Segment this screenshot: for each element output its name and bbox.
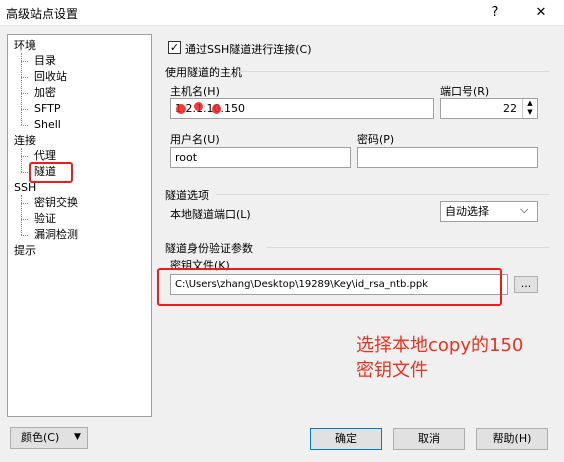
browse-button[interactable]: ... [514, 276, 538, 293]
tree-connector [21, 235, 28, 236]
password-input[interactable] [357, 147, 538, 168]
port-spinner[interactable]: ▲ ▼ [522, 99, 537, 118]
cancel-button[interactable]: 取消 [393, 428, 465, 450]
auth-params-title: 隧道身份验证参数 [165, 242, 253, 255]
local-port-value: 自动选择 [445, 205, 489, 218]
tree-item-auth[interactable]: 验证 [34, 212, 56, 226]
tree-connector [21, 61, 28, 62]
tree-item-directory[interactable]: 目录 [34, 54, 56, 68]
tree-item-proxy[interactable]: 代理 [34, 149, 56, 163]
tree-connector [21, 156, 28, 157]
tree-item-connection[interactable]: 连接 [14, 134, 36, 148]
title-bar: 高级站点设置 ? ✕ [0, 0, 564, 26]
help-button[interactable]: 帮助(H) [476, 428, 548, 450]
user-label: 用户名(U) [170, 133, 220, 146]
annotation-line-1: 选择本地copy的150 [356, 335, 524, 356]
user-input[interactable]: root [170, 147, 351, 168]
close-icon[interactable]: ✕ [532, 4, 550, 22]
host-input[interactable]: 1.2.1.10.150 [170, 98, 434, 119]
tree-item-key-exchange[interactable]: 密钥交换 [34, 196, 78, 210]
tree-item-tunnel[interactable]: 隧道 [34, 165, 56, 179]
user-value: root [175, 151, 198, 164]
redaction-mark [212, 104, 221, 114]
ok-button[interactable]: 确定 [310, 428, 382, 450]
tree-connector [21, 125, 28, 126]
tree-item-notes[interactable]: 提示 [14, 244, 36, 258]
host-group-title: 使用隧道的主机 [165, 66, 242, 79]
tree-item-recycle[interactable]: 回收站 [34, 70, 67, 84]
group-divider [237, 71, 550, 72]
tree-connector [21, 77, 28, 78]
tree-item-encryption[interactable]: 加密 [34, 86, 56, 100]
local-port-label: 本地隧道端口(L) [170, 208, 251, 221]
tunnel-options-title: 隧道选项 [165, 189, 209, 202]
redaction-mark [194, 102, 203, 111]
annotation-line-2: 密钥文件 [356, 360, 428, 381]
host-label: 主机名(H) [170, 85, 220, 98]
redaction-mark [176, 104, 186, 114]
spin-up-icon[interactable]: ▲ [523, 99, 537, 108]
tree-connector [21, 93, 28, 94]
port-value: 22 [503, 102, 517, 115]
tree-item-env[interactable]: 环境 [14, 39, 36, 53]
group-divider [266, 247, 550, 248]
tree-connector [21, 172, 28, 173]
tunnel-checkbox[interactable]: ✓ [168, 41, 181, 54]
tree-connector [21, 195, 22, 235]
chevron-down-icon[interactable]: ⌵ [520, 203, 528, 217]
tree-item-ssh[interactable]: SSH [14, 181, 36, 195]
tree-connector [21, 203, 28, 204]
spin-down-icon[interactable]: ▼ [523, 108, 537, 117]
color-dropdown-icon[interactable]: ▼ [74, 432, 81, 442]
port-label: 端口号(R) [440, 85, 490, 98]
tunnel-checkbox-label: 通过SSH隧道进行连接(C) [185, 43, 312, 56]
tree-item-sftp[interactable]: SFTP [34, 102, 60, 116]
tree-connector [21, 148, 22, 172]
tree-connector [21, 219, 28, 220]
tree-connector [21, 53, 22, 125]
window-title: 高级站点设置 [6, 7, 79, 21]
tree-item-shell[interactable]: Shell [34, 118, 61, 132]
tree-connector [21, 109, 28, 110]
tree-item-bug-detect[interactable]: 漏洞检测 [34, 228, 78, 242]
help-icon[interactable]: ? [486, 4, 504, 22]
password-label: 密码(P) [357, 133, 395, 146]
highlight-box-keyfile [157, 268, 502, 306]
group-divider [216, 194, 550, 195]
settings-tree[interactable]: 环境 目录 回收站 加密 SFTP Shell 连接 代理 隧道 SSH 密钥交… [7, 34, 152, 417]
color-button-label: 颜色(C) [21, 431, 60, 444]
